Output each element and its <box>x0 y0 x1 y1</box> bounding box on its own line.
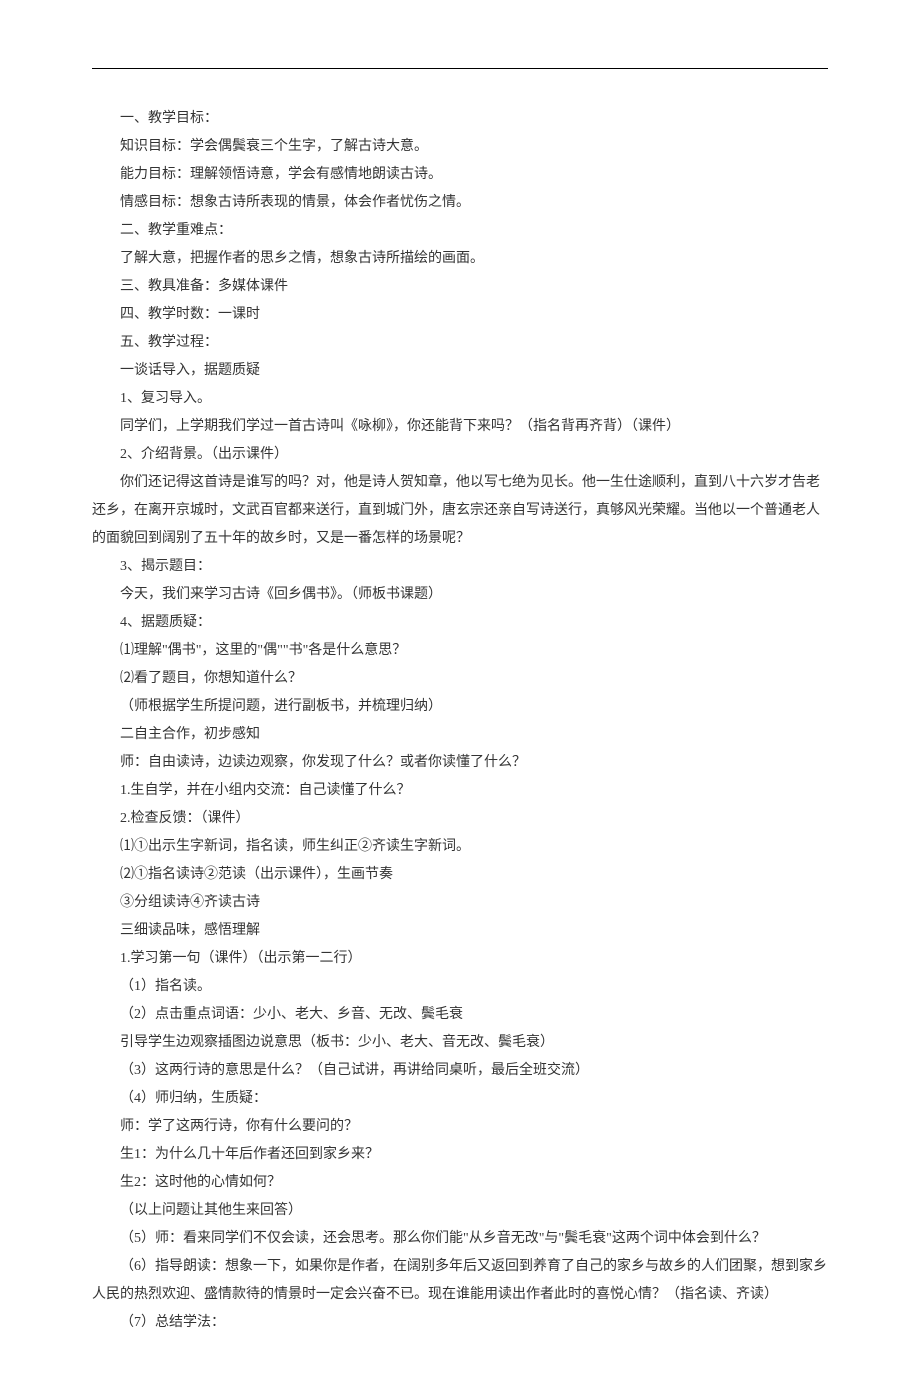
paragraph-line: 2、介绍背景。（出示课件） <box>92 441 828 469</box>
paragraph-line: ⑵①指名读诗②范读（出示课件），生画节奏 <box>92 861 828 889</box>
paragraph-line: 1.学习第一句（课件）（出示第一二行） <box>92 945 828 973</box>
paragraph-line: （师根据学生所提问题，进行副板书，并梳理归纳） <box>92 693 828 721</box>
paragraph-line: 生2：这时他的心情如何？ <box>92 1169 828 1197</box>
paragraph-line: 知识目标：学会偶鬓衰三个生字，了解古诗大意。 <box>92 133 828 161</box>
paragraph-line: 师：学了这两行诗，你有什么要问的？ <box>92 1113 828 1141</box>
paragraph-line: （7）总结学法： <box>92 1309 828 1337</box>
paragraph-line: （4）师归纳，生质疑： <box>92 1085 828 1113</box>
paragraph-line: 情感目标：想象古诗所表现的情景，体会作者忧伤之情。 <box>92 189 828 217</box>
paragraph-line: 二自主合作，初步感知 <box>92 721 828 749</box>
paragraph-line: 3、揭示题目： <box>92 553 828 581</box>
paragraph-line: 同学们，上学期我们学过一首古诗叫《咏柳》，你还能背下来吗？（指名背再齐背）（课件… <box>92 413 828 441</box>
paragraph-line: 一、教学目标： <box>92 105 828 133</box>
paragraph-line: 4、据题质疑： <box>92 609 828 637</box>
paragraph-line: 1.生自学，并在小组内交流：自己读懂了什么？ <box>92 777 828 805</box>
paragraph-line: 五、教学过程： <box>92 329 828 357</box>
paragraph-line: 了解大意，把握作者的思乡之情，想象古诗所描绘的画面。 <box>92 245 828 273</box>
document-body: 一、教学目标：知识目标：学会偶鬓衰三个生字，了解古诗大意。能力目标：理解领悟诗意… <box>92 105 828 1337</box>
paragraph-line: 二、教学重难点： <box>92 217 828 245</box>
paragraph-line: 师：自由读诗，边读边观察，你发现了什么？或者你读懂了什么？ <box>92 749 828 777</box>
document-page: 一、教学目标：知识目标：学会偶鬓衰三个生字，了解古诗大意。能力目标：理解领悟诗意… <box>0 0 920 1397</box>
paragraph-line: 1、复习导入。 <box>92 385 828 413</box>
paragraph-line: （2）点击重点词语：少小、老大、乡音、无改、鬓毛衰 <box>92 1001 828 1029</box>
horizontal-rule <box>92 68 828 69</box>
paragraph-line: （3）这两行诗的意思是什么？（自己试讲，再讲给同桌听，最后全班交流） <box>92 1057 828 1085</box>
paragraph-line: （5）师：看来同学们不仅会读，还会思考。那么你们能"从乡音无改"与"鬓毛衰"这两… <box>92 1225 828 1253</box>
paragraph-line: 四、教学时数：一课时 <box>92 301 828 329</box>
paragraph-line: 引导学生边观察插图边说意思（板书：少小、老大、音无改、鬓毛衰） <box>92 1029 828 1057</box>
paragraph-line: ⑵看了题目，你想知道什么？ <box>92 665 828 693</box>
paragraph-line: （6）指导朗读：想象一下，如果你是作者，在阔别多年后又返回到养育了自己的家乡与故… <box>92 1253 828 1309</box>
paragraph-line: ③分组读诗④齐读古诗 <box>92 889 828 917</box>
paragraph-line: 三、教具准备：多媒体课件 <box>92 273 828 301</box>
paragraph-line: 三细读品味，感悟理解 <box>92 917 828 945</box>
paragraph-line: 今天，我们来学习古诗《回乡偶书》。（师板书课题） <box>92 581 828 609</box>
paragraph-line: 能力目标：理解领悟诗意，学会有感情地朗读古诗。 <box>92 161 828 189</box>
paragraph-line: 一谈话导入，据题质疑 <box>92 357 828 385</box>
paragraph-line: （以上问题让其他生来回答） <box>92 1197 828 1225</box>
paragraph-line: 你们还记得这首诗是谁写的吗？对，他是诗人贺知章，他以写七绝为见长。他一生仕途顺利… <box>92 469 828 553</box>
paragraph-line: （1）指名读。 <box>92 973 828 1001</box>
paragraph-line: 2.检查反馈：（课件） <box>92 805 828 833</box>
paragraph-line: 生1：为什么几十年后作者还回到家乡来？ <box>92 1141 828 1169</box>
paragraph-line: ⑴理解"偶书"，这里的"偶""书"各是什么意思？ <box>92 637 828 665</box>
paragraph-line: ⑴①出示生字新词，指名读，师生纠正②齐读生字新词。 <box>92 833 828 861</box>
